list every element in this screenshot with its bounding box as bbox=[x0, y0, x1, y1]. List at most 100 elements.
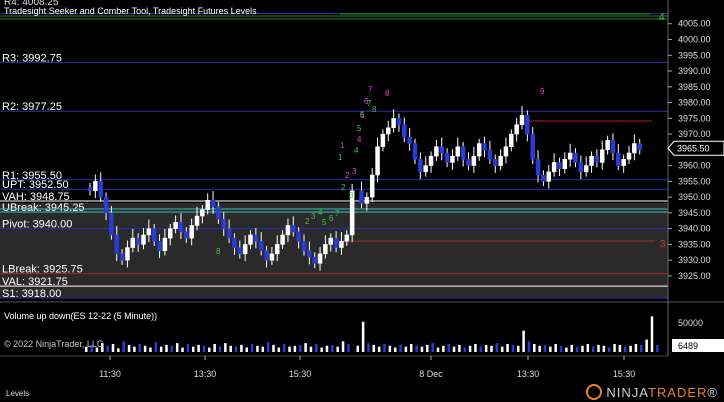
volume-bar bbox=[650, 316, 654, 352]
volume-bar bbox=[581, 345, 584, 352]
volume-bar bbox=[415, 345, 418, 352]
volume-bar bbox=[331, 344, 334, 352]
price-tick-label: 3930.00 bbox=[678, 255, 711, 265]
volume-bar bbox=[133, 346, 136, 352]
volume-bar bbox=[149, 347, 152, 352]
price-tick-label: 3925.00 bbox=[678, 271, 711, 281]
candle-body bbox=[264, 250, 269, 261]
candle-body bbox=[476, 143, 482, 157]
candle-body bbox=[525, 114, 530, 135]
volume-bar bbox=[325, 345, 329, 352]
candle-body bbox=[301, 241, 307, 251]
volume-bar bbox=[341, 341, 345, 352]
volume-bar bbox=[586, 344, 590, 352]
last-volume-label: 6489 bbox=[678, 341, 698, 351]
volume-bar bbox=[468, 345, 472, 352]
green-count-label: 4 bbox=[318, 208, 323, 217]
copyright-note: © 2022 NinjaTrader, LLC bbox=[4, 339, 104, 349]
green-count-label: 2 bbox=[305, 217, 310, 226]
green-count-label: 8 bbox=[372, 105, 377, 114]
candle-body bbox=[189, 225, 194, 239]
candle-body bbox=[466, 159, 471, 166]
green-count-label: 3 bbox=[311, 212, 316, 221]
candle-body bbox=[221, 218, 226, 229]
volume-bar bbox=[597, 344, 600, 352]
price-tick-label: 3995.00 bbox=[678, 50, 711, 60]
volume-bar bbox=[367, 343, 370, 352]
candle-body bbox=[216, 206, 221, 220]
candle-body bbox=[93, 181, 98, 192]
green-count-label: 2 bbox=[341, 183, 346, 192]
candle-body bbox=[626, 152, 632, 160]
volume-bar bbox=[170, 345, 174, 352]
level-label: R2: 3977.25 bbox=[2, 101, 62, 113]
price-tick-label: 3980.00 bbox=[678, 98, 711, 108]
volume-bar bbox=[106, 345, 109, 352]
candle-body bbox=[157, 241, 162, 251]
volume-bar bbox=[388, 345, 392, 352]
volume-bar bbox=[111, 344, 115, 352]
volume-bar bbox=[479, 346, 483, 352]
volume-bar bbox=[538, 345, 541, 352]
green-count-label: 5 bbox=[357, 124, 362, 133]
volume-bar bbox=[304, 343, 307, 352]
candle-body bbox=[375, 146, 380, 176]
time-tick-label: 11:30 bbox=[99, 369, 121, 379]
candle-body bbox=[296, 231, 301, 242]
volume-bar bbox=[213, 344, 216, 352]
green-count-label: 3 bbox=[349, 191, 354, 200]
magenta-count-label: 3 bbox=[352, 167, 357, 176]
candle-body bbox=[291, 225, 296, 233]
time-tick-label: 15:30 bbox=[613, 369, 636, 379]
volume-bar bbox=[143, 345, 147, 352]
candle-body bbox=[637, 143, 642, 151]
volume-bar bbox=[442, 345, 445, 352]
price-tick-label: 3975.00 bbox=[678, 113, 711, 123]
volume-panel-title: Volume up down(ES 12-22 (5 Minute)) bbox=[4, 311, 158, 321]
red-marker: 3 bbox=[660, 239, 666, 250]
volume-bar bbox=[575, 346, 579, 352]
candle-body bbox=[578, 162, 584, 173]
volume-bar bbox=[315, 344, 318, 352]
tab-levels[interactable]: Levels bbox=[6, 389, 29, 398]
time-tick-label: 13:30 bbox=[194, 369, 217, 379]
volume-bar bbox=[197, 344, 200, 352]
volume-bar bbox=[224, 343, 227, 352]
candle-body bbox=[285, 225, 291, 236]
candle-body bbox=[562, 159, 568, 169]
volume-bar bbox=[117, 348, 120, 352]
volume-bar bbox=[607, 347, 611, 352]
volume-bar bbox=[490, 345, 493, 352]
candle-body bbox=[551, 162, 557, 173]
candle-body bbox=[493, 159, 498, 166]
candle-body bbox=[600, 149, 605, 163]
green-count-label: 1 bbox=[338, 153, 343, 162]
volume-bar bbox=[336, 346, 339, 352]
candle-body bbox=[418, 159, 423, 173]
volume-bar bbox=[426, 344, 429, 352]
volume-bar bbox=[186, 344, 190, 352]
price-tick-label: 4005.00 bbox=[678, 19, 711, 29]
candle-body bbox=[109, 212, 114, 236]
candle-body bbox=[275, 244, 280, 255]
volume-bar bbox=[250, 344, 254, 352]
volume-bar bbox=[256, 345, 259, 352]
time-tick-label: 15:30 bbox=[289, 369, 312, 379]
volume-bar bbox=[261, 346, 265, 352]
candle-body bbox=[119, 253, 125, 261]
volume-bar bbox=[559, 345, 563, 352]
price-tick-label: 3955.00 bbox=[678, 176, 711, 186]
candle-body bbox=[541, 174, 546, 182]
candle-body bbox=[178, 222, 184, 233]
green-count-label: 4 bbox=[354, 146, 359, 155]
price-tick-label: 3970.00 bbox=[678, 129, 711, 139]
volume-bar bbox=[299, 344, 302, 352]
volume-bar bbox=[463, 347, 466, 352]
candle-body bbox=[498, 155, 503, 166]
candle-body bbox=[519, 114, 525, 125]
candle-body bbox=[573, 152, 578, 163]
price-chart[interactable]: R3: 3992.75R2: 3977.25R1: 3955.50UPT: 39… bbox=[0, 0, 724, 402]
candle-body bbox=[87, 187, 93, 192]
volume-bar bbox=[218, 346, 222, 352]
volume-bar bbox=[159, 346, 163, 352]
